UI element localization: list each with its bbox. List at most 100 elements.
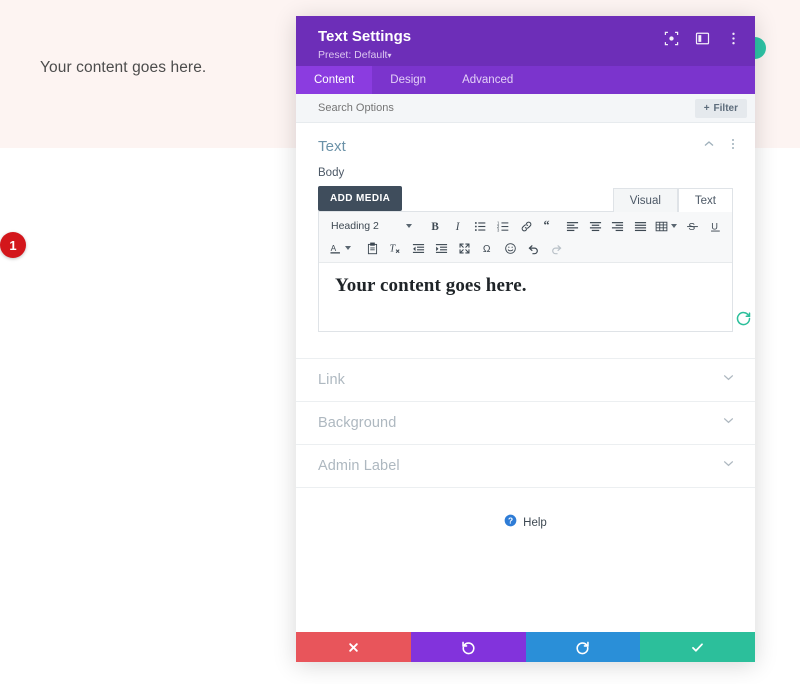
- editor-content-text: Your content goes here.: [335, 275, 527, 296]
- help-circle-icon: ?: [504, 514, 517, 532]
- table-icon[interactable]: [653, 216, 681, 236]
- align-center-icon[interactable]: [584, 216, 606, 236]
- blockquote-icon[interactable]: “: [538, 216, 560, 236]
- align-justify-icon[interactable]: [630, 216, 652, 236]
- accordion-background[interactable]: Background: [296, 402, 755, 445]
- format-select[interactable]: Heading 2: [327, 220, 416, 232]
- align-left-icon[interactable]: [561, 216, 583, 236]
- svg-text:?: ?: [508, 516, 513, 526]
- paste-as-text-icon[interactable]: [361, 238, 383, 258]
- modal-header: Text Settings Preset: Default▾: [296, 16, 755, 66]
- toggle-text-title: Text: [318, 137, 346, 155]
- accordion-background-label: Background: [318, 415, 397, 431]
- editor-topbar: ADD MEDIA Visual Text: [318, 186, 733, 212]
- decrease-indent-icon[interactable]: [407, 238, 429, 258]
- redo-icon[interactable]: [545, 238, 567, 258]
- bold-icon[interactable]: B: [424, 216, 446, 236]
- save-button[interactable]: [640, 632, 755, 662]
- link-icon[interactable]: [516, 216, 538, 236]
- filter-button[interactable]: + Filter: [694, 98, 747, 118]
- special-character-icon[interactable]: Ω: [476, 238, 498, 258]
- fullscreen-icon[interactable]: [453, 238, 475, 258]
- chevron-down-icon: [345, 246, 351, 250]
- more-vertical-icon[interactable]: [726, 31, 741, 46]
- check-icon: [690, 640, 705, 655]
- undo-icon[interactable]: [522, 238, 544, 258]
- svg-text:A: A: [331, 242, 337, 252]
- svg-text:S: S: [688, 222, 695, 233]
- more-vertical-icon[interactable]: [727, 137, 739, 155]
- chevron-down-icon: [406, 224, 413, 228]
- modal-header-actions: [664, 31, 741, 46]
- chevron-down-icon: [722, 371, 735, 389]
- tab-advanced[interactable]: Advanced: [444, 66, 531, 94]
- editor-toolbar-row-2: A T Ω: [327, 237, 726, 259]
- page-content-text: Your content goes here.: [40, 59, 207, 76]
- chevron-down-icon: [722, 457, 735, 475]
- body-field: Body ADD MEDIA Visual Text Heading 2 B I…: [296, 167, 755, 332]
- editor-toolbar: Heading 2 B I 1 2 3 “ S U A T Ω: [319, 212, 732, 263]
- layout-columns-icon[interactable]: [695, 31, 710, 46]
- editor-tab-visual[interactable]: Visual: [612, 188, 678, 212]
- redo-icon: [575, 640, 590, 655]
- text-settings-modal: Text Settings Preset: Default▾ Content D…: [296, 16, 755, 662]
- plus-icon: +: [703, 102, 710, 114]
- increase-indent-icon[interactable]: [430, 238, 452, 258]
- italic-icon[interactable]: I: [447, 216, 469, 236]
- close-icon: [347, 641, 360, 654]
- modal-tabs: Content Design Advanced: [296, 66, 755, 94]
- accordion-admin-label-label: Admin Label: [318, 458, 400, 474]
- step-badge-1: 1: [0, 232, 26, 258]
- modal-title: Text Settings: [318, 28, 412, 45]
- undo-icon: [461, 640, 476, 655]
- chevron-down-icon: [671, 224, 678, 228]
- search-input[interactable]: [318, 102, 695, 114]
- filter-button-label: Filter: [713, 102, 738, 114]
- redo-button[interactable]: [525, 632, 641, 662]
- help-label: Help: [523, 517, 547, 529]
- wysiwyg-editor: Heading 2 B I 1 2 3 “ S U A T Ω Your con…: [318, 211, 751, 332]
- emoji-icon[interactable]: [499, 238, 521, 258]
- svg-text:“: “: [543, 220, 549, 232]
- add-media-button[interactable]: ADD MEDIA: [318, 186, 403, 211]
- tab-design[interactable]: Design: [372, 66, 444, 94]
- text-color-icon[interactable]: A: [327, 238, 353, 258]
- toggle-text-actions: [703, 137, 739, 155]
- modal-footer: [296, 632, 755, 662]
- preset-selector[interactable]: Preset: Default▾: [318, 49, 411, 62]
- accordion-admin-label[interactable]: Admin Label: [296, 445, 755, 488]
- reset-circle-icon[interactable]: [735, 310, 752, 327]
- chevron-down-icon: [722, 414, 735, 432]
- focus-icon[interactable]: [664, 31, 679, 46]
- svg-text:Ω: Ω: [482, 244, 490, 255]
- svg-text:U: U: [711, 221, 718, 231]
- help-row[interactable]: ? Help: [296, 514, 755, 532]
- svg-text:T: T: [389, 243, 396, 254]
- modal-header-titles: Text Settings Preset: Default▾: [318, 28, 411, 62]
- preset-label: Preset: Default: [318, 49, 388, 61]
- body-field-label: Body: [318, 167, 345, 179]
- cancel-button[interactable]: [296, 632, 411, 662]
- chevron-up-icon[interactable]: [703, 137, 715, 155]
- editor-mode-tabs: Visual Text: [612, 187, 733, 212]
- accordion-link[interactable]: Link: [296, 359, 755, 402]
- toggle-text-header[interactable]: Text: [296, 123, 755, 167]
- modal-body: Text Body ADD MEDIA Visual Text Heading …: [296, 123, 755, 632]
- editor-tab-text[interactable]: Text: [677, 188, 733, 212]
- editor-toolbar-row-1: Heading 2 B I 1 2 3 “ S U: [327, 215, 726, 237]
- align-right-icon[interactable]: [607, 216, 629, 236]
- chevron-down-icon: ▾: [387, 51, 392, 60]
- numbered-list-icon[interactable]: 1 2 3: [493, 216, 515, 236]
- format-select-value: Heading 2: [331, 220, 379, 232]
- tab-content[interactable]: Content: [296, 66, 373, 94]
- svg-text:3: 3: [497, 227, 500, 232]
- underline-icon[interactable]: U: [704, 216, 726, 236]
- search-bar: + Filter: [296, 94, 755, 123]
- accordion-link-label: Link: [318, 372, 345, 388]
- undo-button[interactable]: [410, 632, 526, 662]
- svg-text:I: I: [454, 221, 460, 233]
- editor-content-area[interactable]: Your content goes here.: [319, 263, 751, 331]
- clear-formatting-icon[interactable]: T: [384, 238, 406, 258]
- strikethrough-icon[interactable]: S: [681, 216, 703, 236]
- bulleted-list-icon[interactable]: [470, 216, 492, 236]
